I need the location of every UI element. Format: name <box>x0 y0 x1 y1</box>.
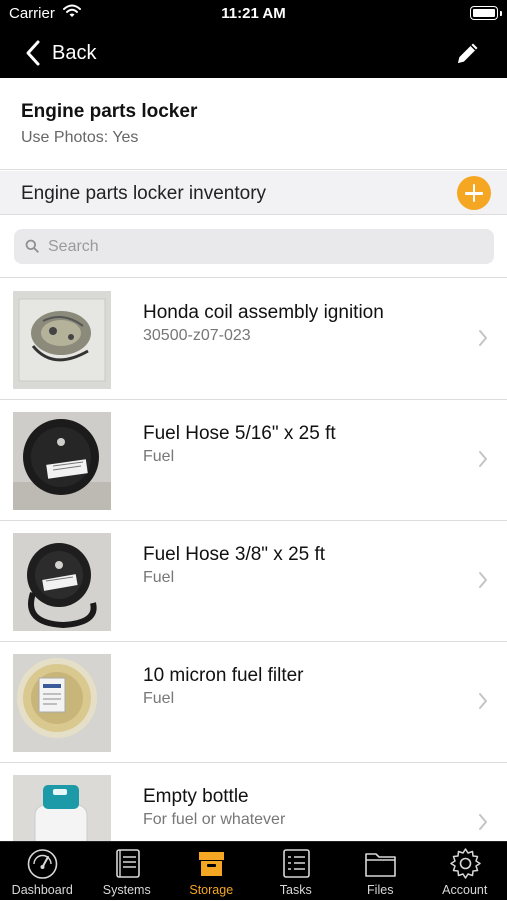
back-button[interactable]: Back <box>24 38 96 68</box>
tab-systems[interactable]: Systems <box>85 842 170 901</box>
add-item-button[interactable] <box>457 176 491 210</box>
tab-files[interactable]: Files <box>338 842 423 901</box>
item-photo <box>13 291 111 389</box>
checklist-icon <box>280 847 313 880</box>
chevron-right-icon <box>478 571 488 589</box>
list-item[interactable]: Empty bottle For fuel or whatever <box>0 763 507 841</box>
item-title: Honda coil assembly ignition <box>143 302 384 324</box>
item-subtitle: For fuel or whatever <box>143 811 285 829</box>
list-item[interactable]: Fuel Hose 3/8" x 25 ft Fuel <box>0 521 507 642</box>
chevron-right-icon <box>478 692 488 710</box>
inventory-section-header: Engine parts locker inventory <box>0 171 507 215</box>
search-input[interactable] <box>48 229 478 264</box>
clock: 11:21 AM <box>0 5 507 22</box>
tab-bar: Dashboard Systems Storage Tasks Files <box>0 841 507 900</box>
tab-label: Files <box>338 883 423 897</box>
speedometer-icon <box>26 847 59 880</box>
item-photo <box>13 412 111 510</box>
search-field[interactable] <box>14 229 494 264</box>
locker-subtitle: Use Photos: Yes <box>21 129 138 147</box>
locker-title: Engine parts locker <box>21 101 197 123</box>
item-title: Fuel Hose 3/8" x 25 ft <box>143 544 325 566</box>
pencil-icon[interactable] <box>455 40 481 66</box>
item-subtitle: 30500-z07-023 <box>143 327 251 345</box>
chevron-left-icon <box>24 38 42 68</box>
item-title: 10 micron fuel filter <box>143 665 304 687</box>
item-subtitle: Fuel <box>143 690 174 708</box>
search-icon <box>25 239 39 253</box>
folder-icon <box>364 847 397 880</box>
tab-label: Systems <box>85 883 170 897</box>
list-item[interactable]: Honda coil assembly ignition 30500-z07-0… <box>0 279 507 400</box>
item-photo <box>13 654 111 752</box>
tab-storage[interactable]: Storage <box>169 842 254 901</box>
storage-box-icon <box>195 847 228 880</box>
tab-account[interactable]: Account <box>423 842 507 901</box>
tab-dashboard[interactable]: Dashboard <box>0 842 85 901</box>
tab-label: Storage <box>169 883 254 897</box>
item-title: Empty bottle <box>143 786 249 808</box>
chevron-right-icon <box>478 450 488 468</box>
item-subtitle: Fuel <box>143 569 174 587</box>
item-photo <box>13 533 111 631</box>
locker-header: Engine parts locker Use Photos: Yes <box>0 78 507 170</box>
back-label: Back <box>52 42 96 65</box>
list-item[interactable]: 10 micron fuel filter Fuel <box>0 642 507 763</box>
item-subtitle: Fuel <box>143 448 174 466</box>
tab-label: Account <box>423 883 507 897</box>
tab-label: Tasks <box>254 883 339 897</box>
search-bar <box>0 216 507 278</box>
item-title: Fuel Hose 5/16" x 25 ft <box>143 423 336 445</box>
tab-tasks[interactable]: Tasks <box>254 842 339 901</box>
chevron-right-icon <box>478 329 488 347</box>
item-photo <box>13 775 111 841</box>
list-item[interactable]: Fuel Hose 5/16" x 25 ft Fuel <box>0 400 507 521</box>
battery-icon <box>470 6 498 20</box>
gear-icon <box>449 847 482 880</box>
inventory-list: Honda coil assembly ignition 30500-z07-0… <box>0 279 507 841</box>
book-icon <box>111 847 144 880</box>
chevron-right-icon <box>478 813 488 831</box>
status-bar: Carrier 11:21 AM <box>0 0 507 28</box>
inventory-header-label: Engine parts locker inventory <box>21 183 266 205</box>
navigation-bar: Back <box>0 28 507 78</box>
tab-label: Dashboard <box>0 883 85 897</box>
